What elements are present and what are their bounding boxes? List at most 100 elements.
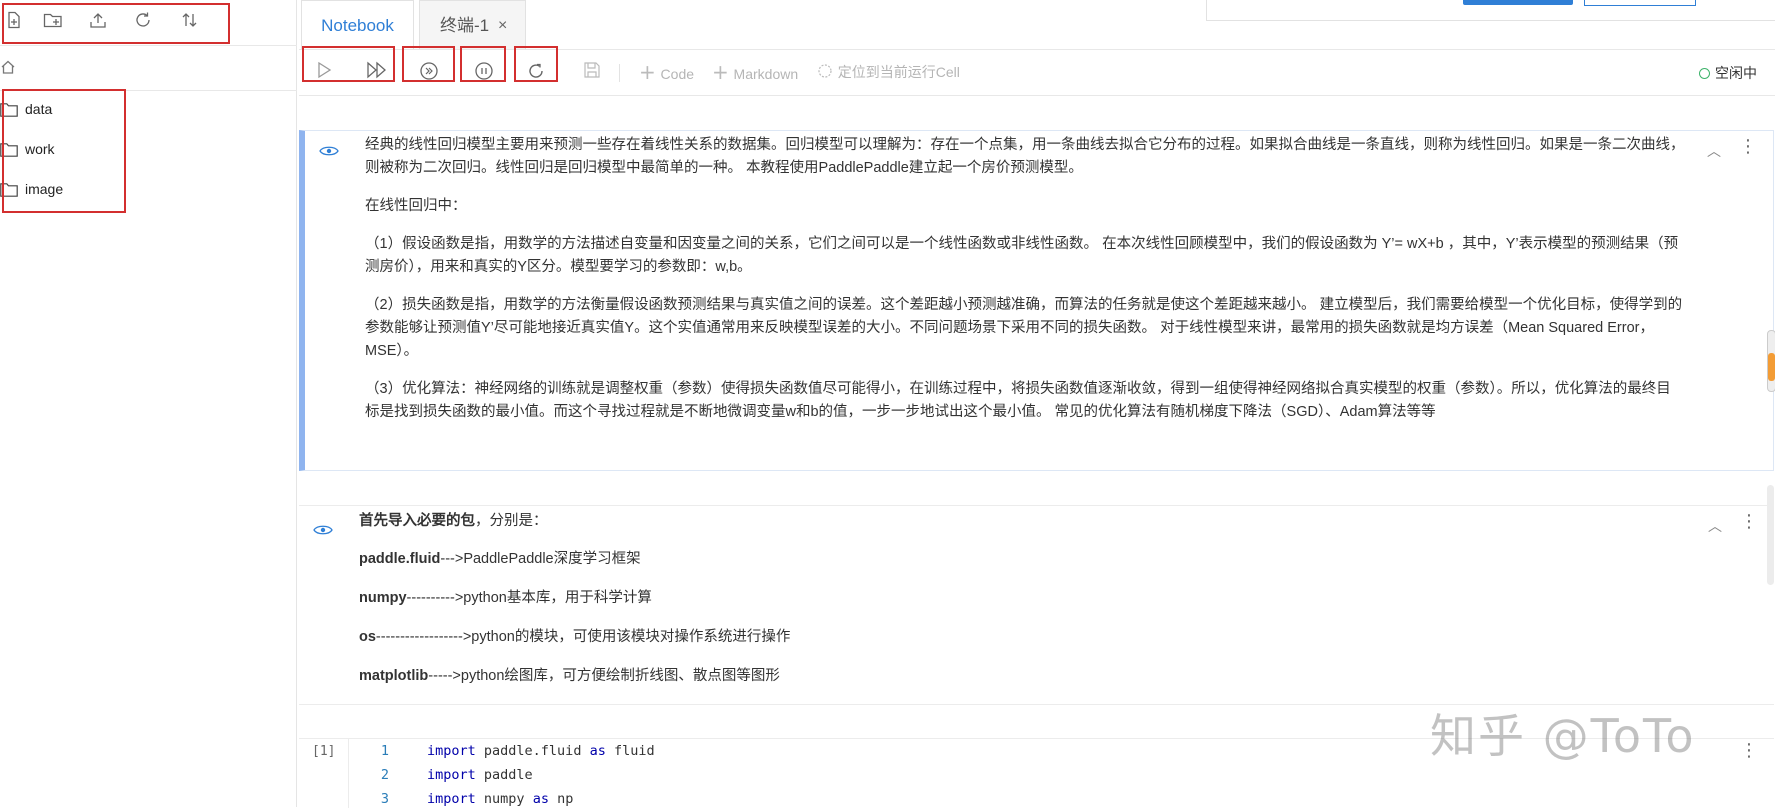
chevron-up-icon[interactable]: ︿ [1708, 516, 1722, 536]
package-name: numpy [359, 590, 407, 606]
code-cell[interactable]: [1] 1 import paddle.fluid as fluid 2 impor… [299, 738, 1774, 808]
file-name: work [25, 141, 55, 157]
minimap-scrollbar[interactable] [1767, 485, 1774, 585]
keyword: import [427, 743, 476, 759]
tab-notebook[interactable]: Notebook [301, 0, 414, 49]
more-vertical-icon[interactable]: ⋮ [1739, 138, 1757, 156]
package-desc: ------------------>python的模块，可使用该模块对操作系统… [375, 629, 791, 645]
package-name: os [359, 629, 376, 645]
cell-gutter: [1] [299, 739, 349, 808]
keyword: as [589, 743, 606, 759]
tab-bar: Notebook 终端-1 × [299, 0, 1775, 50]
paragraph: （1）假设函数是指，用数学的方法描述自变量和因变量之间的关系，它们之间可以是一个… [365, 236, 1679, 275]
execution-count: [1] [312, 744, 336, 759]
file-item-image[interactable]: image [0, 174, 290, 208]
tab-label: Notebook [321, 16, 394, 35]
toolbar-divider [619, 64, 620, 82]
home-icon[interactable] [0, 59, 20, 79]
markdown-content: 首先导入必要的包，分别是： paddle.fluid--->PaddlePadd… [359, 510, 1679, 704]
breadcrumb-home[interactable] [0, 50, 297, 91]
run-icon[interactable] [316, 61, 332, 83]
file-browser-sidebar: data work image [0, 0, 297, 807]
notebook-toolbar: + Code + Markdown 定位到当前运行Cell 空闲中 [299, 46, 1775, 96]
run-to-icon[interactable] [419, 61, 439, 83]
markdown-cell[interactable]: 首先导入必要的包，分别是： paddle.fluid--->PaddlePadd… [299, 505, 1774, 705]
chevron-up-icon[interactable]: ︿ [1707, 141, 1721, 161]
line-number: 2 [380, 767, 389, 783]
notebook-main: Notebook 终端-1 × + Code + Markdown 定位到当前运… [299, 0, 1775, 808]
folder-icon [0, 183, 18, 197]
file-name: image [25, 181, 64, 197]
scrollbar-thumb[interactable] [1768, 353, 1775, 381]
file-browser-toolbar [0, 0, 297, 46]
package-name: matplotlib [359, 668, 429, 684]
package-name: paddle.fluid [359, 551, 441, 567]
restart-icon[interactable] [526, 61, 546, 83]
file-item-data[interactable]: data [0, 94, 290, 128]
locate-label: 定位到当前运行Cell [837, 64, 960, 80]
paragraph: 首先导入必要的包，分别是： [359, 510, 1679, 533]
code-text: numpy [475, 791, 533, 807]
upload-icon[interactable] [87, 11, 109, 33]
more-vertical-icon[interactable]: ⋮ [1740, 742, 1758, 760]
folder-icon [0, 143, 18, 157]
package-desc: --->PaddlePaddle深度学习框架 [440, 551, 641, 567]
add-markdown-label: Markdown [733, 66, 799, 82]
plus-icon: + [639, 60, 656, 84]
interrupt-icon[interactable] [474, 61, 494, 83]
add-code-button[interactable]: + Code [639, 61, 694, 83]
new-folder-icon[interactable] [42, 11, 64, 33]
folder-icon [0, 103, 18, 117]
eye-icon[interactable] [319, 145, 339, 157]
code-text: np [548, 791, 574, 807]
more-vertical-icon[interactable]: ⋮ [1740, 513, 1758, 531]
code-line[interactable]: 1 import paddle.fluid as fluid [359, 739, 655, 763]
header-actions [1206, 0, 1775, 21]
bold-text: 首先导入必要的包 [359, 513, 475, 529]
locate-running-cell-button[interactable]: 定位到当前运行Cell [817, 61, 960, 83]
package-item: numpy---------->python基本库，用于科学计算 [359, 587, 1679, 610]
kernel-status: 空闲中 [1699, 63, 1757, 83]
markdown-content: 经典的线性回归模型主要用来预测一些存在着线性关系的数据集。回归模型可以理解为：存… [365, 134, 1685, 439]
code-text: paddle.fluid [475, 743, 590, 759]
vertical-scrollbar[interactable] [1767, 330, 1775, 392]
keyword: import [427, 767, 476, 783]
status-idle-icon [1699, 68, 1710, 79]
tab-label: 终端-1 [440, 16, 490, 35]
paragraph: 在线性回归中： [365, 198, 467, 214]
keyword: import [427, 791, 476, 807]
line-number: 3 [380, 791, 389, 807]
package-item: matplotlib----->python绘图库，可方便绘制折线图、散点图等图… [359, 665, 1679, 688]
plus-icon: + [712, 60, 729, 84]
save-icon[interactable] [583, 61, 601, 83]
eye-icon[interactable] [313, 524, 333, 536]
new-file-icon[interactable] [3, 11, 25, 33]
primary-action-button[interactable] [1463, 0, 1573, 5]
tab-terminal[interactable]: 终端-1 × [419, 0, 526, 49]
add-markdown-button[interactable]: + Markdown [712, 61, 798, 83]
add-code-label: Code [660, 66, 695, 82]
keyword: as [532, 791, 549, 807]
package-item: paddle.fluid--->PaddlePaddle深度学习框架 [359, 548, 1679, 571]
sort-icon[interactable] [179, 11, 201, 33]
file-item-work[interactable]: work [0, 134, 290, 168]
text: ，分别是： [475, 513, 548, 529]
close-icon[interactable]: × [498, 1, 507, 50]
code-line[interactable]: 2 import paddle [359, 763, 533, 787]
paragraph: （3）优化算法：神经网络的训练就是调整权重（参数）使得损失函数值尽可能得小，在训… [365, 381, 1671, 420]
code-line[interactable]: 3 import numpy as np [359, 787, 573, 811]
paragraph: 经典的线性回归模型主要用来预测一些存在着线性关系的数据集。回归模型可以理解为：存… [365, 137, 1685, 176]
refresh-icon[interactable] [132, 11, 154, 33]
line-number: 1 [380, 743, 389, 759]
package-desc: ---------->python基本库，用于科学计算 [406, 590, 652, 606]
package-desc: ----->python绘图库，可方便绘制折线图、散点图等图形 [428, 668, 780, 684]
file-name: data [25, 101, 53, 117]
package-item: os------------------>python的模块，可使用该模块对操作… [359, 626, 1679, 649]
markdown-cell[interactable]: 经典的线性回归模型主要用来预测一些存在着线性关系的数据集。回归模型可以理解为：存… [299, 130, 1774, 471]
kernel-status-label: 空闲中 [1715, 65, 1757, 81]
paragraph: （2）损失函数是指，用数学的方法衡量假设函数预测结果与真实值之间的误差。这个差距… [365, 297, 1683, 359]
code-text: fluid [605, 743, 655, 759]
secondary-action-button[interactable] [1584, 0, 1696, 6]
run-all-icon[interactable] [366, 61, 388, 83]
locate-icon [818, 64, 832, 78]
